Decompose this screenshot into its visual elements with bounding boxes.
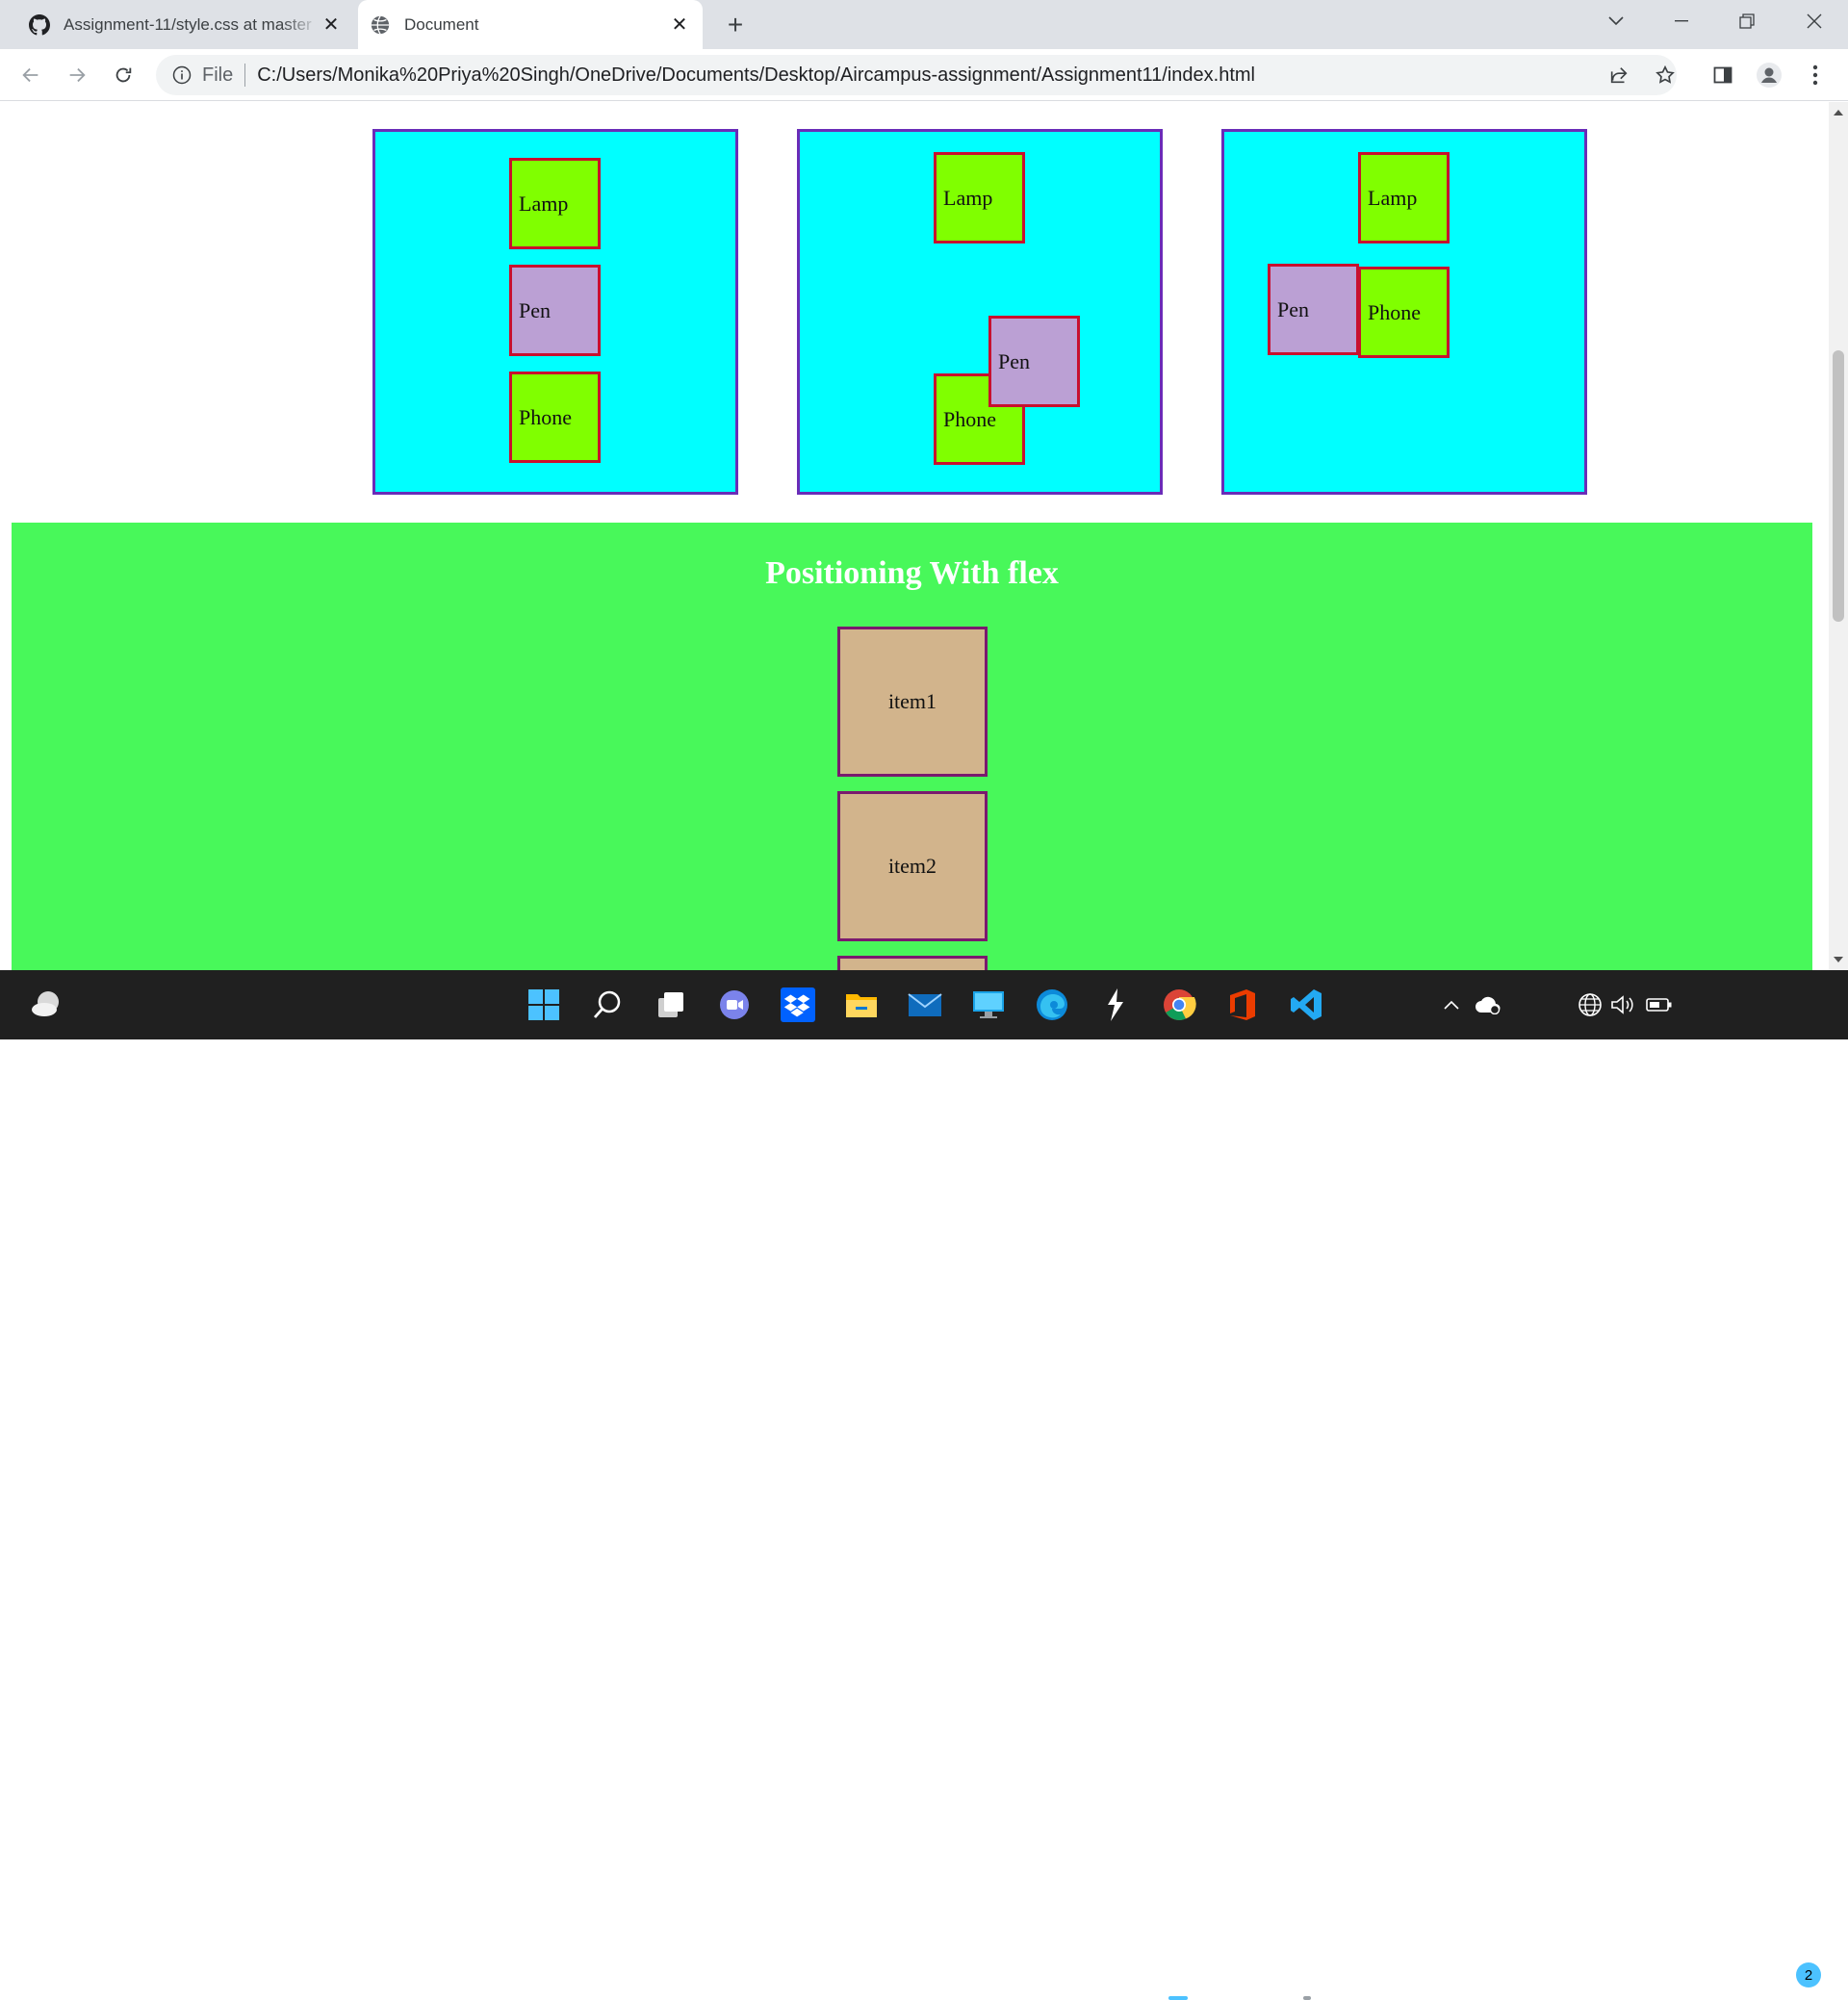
globe-icon — [370, 14, 391, 36]
phone-item: Phone — [509, 372, 601, 463]
task-view-icon[interactable] — [650, 984, 692, 1026]
pen-item: Pen — [988, 316, 1080, 407]
tab-strip: Assignment-11/style.css at master ✕ Docu… — [0, 0, 1848, 49]
active-app-indicator — [1168, 1996, 1188, 2000]
clock[interactable]: 02:16 PM 01-06-2022 — [1688, 1953, 1781, 1996]
flex-item-1: item1 — [837, 627, 988, 777]
page-scrollbar[interactable] — [1829, 102, 1848, 970]
address-bar[interactable]: File C:/Users/Monika%20Priya%20Singh/One… — [156, 55, 1677, 95]
restore-icon[interactable] — [1725, 0, 1769, 42]
menu-kebab-icon[interactable] — [1800, 60, 1831, 90]
close-icon[interactable]: ✕ — [668, 13, 691, 37]
lamp-item: Lamp — [1358, 152, 1450, 244]
close-icon[interactable]: ✕ — [320, 13, 343, 37]
scroll-down-icon[interactable] — [1834, 957, 1843, 962]
section-heading: Positioning With flex — [765, 555, 1059, 591]
language-code: ENG — [1518, 1947, 1554, 1965]
reload-icon[interactable] — [108, 60, 139, 90]
minimize-icon[interactable] — [1659, 0, 1704, 42]
language-indicator[interactable]: ENG IN — [1507, 1947, 1565, 1987]
tab-search-chevron-icon[interactable] — [1594, 0, 1638, 42]
chrome-icon[interactable] — [1158, 984, 1200, 1026]
info-icon[interactable] — [171, 64, 192, 86]
office-icon[interactable] — [1221, 984, 1264, 1026]
scroll-up-icon[interactable] — [1834, 110, 1843, 115]
share-icon[interactable] — [1604, 60, 1634, 90]
bookmark-star-icon[interactable] — [1650, 60, 1681, 90]
notification-badge[interactable]: 2 — [1796, 1962, 1821, 1987]
tab-github[interactable]: Assignment-11/style.css at master ✕ — [17, 0, 354, 49]
scroll-thumb[interactable] — [1833, 350, 1844, 622]
side-panel-icon[interactable] — [1707, 60, 1738, 90]
teams-chat-icon[interactable] — [713, 984, 756, 1026]
new-tab-button[interactable]: + — [720, 10, 751, 40]
flex-item-3-partial — [837, 956, 988, 970]
flex-section: Positioning With flex item1 item2 — [12, 523, 1812, 970]
url-text[interactable]: C:/Users/Monika%20Priya%20Singh/OneDrive… — [257, 64, 1255, 87]
back-arrow-icon[interactable] — [15, 60, 46, 90]
sublime-lightning-icon[interactable] — [1094, 984, 1137, 1026]
lamp-item: Lamp — [934, 152, 1025, 244]
file-explorer-icon[interactable] — [840, 984, 883, 1026]
url-scheme: File — [202, 64, 234, 86]
pen-item: Pen — [1268, 264, 1359, 355]
page-viewport: Lamp Pen Phone Lamp Phone Pen Lamp Pen P… — [0, 102, 1829, 970]
lamp-item: Lamp — [509, 158, 601, 249]
windows-start-icon[interactable] — [523, 984, 565, 1026]
remote-desktop-icon[interactable] — [967, 984, 1010, 1026]
tab-document[interactable]: Document ✕ — [358, 0, 703, 49]
profile-avatar-icon[interactable] — [1754, 60, 1784, 90]
windows-taskbar: ENG IN 02:16 PM 01-06-2022 2 — [0, 970, 1848, 2000]
browser-toolbar: File C:/Users/Monika%20Priya%20Singh/One… — [0, 49, 1848, 101]
clock-date: 01-06-2022 — [1692, 1977, 1777, 1995]
edge-browser-icon[interactable] — [1031, 984, 1073, 1026]
forward-arrow-icon[interactable] — [62, 60, 92, 90]
vscode-icon[interactable] — [1285, 984, 1327, 1026]
search-icon[interactable] — [586, 984, 629, 1026]
window-close-icon[interactable] — [1792, 0, 1836, 42]
running-app-indicator — [1303, 1996, 1311, 2000]
positioning-box-2: Lamp Phone Pen — [797, 129, 1163, 495]
positioning-box-3: Lamp Pen Phone — [1221, 129, 1587, 495]
flex-item-2: item2 — [837, 791, 988, 941]
onedrive-cloud-icon[interactable] — [1467, 984, 1509, 1026]
phone-item: Phone — [1358, 267, 1450, 358]
clock-time: 02:16 PM — [1699, 1953, 1770, 1971]
github-icon — [29, 13, 50, 36]
address-divider — [244, 64, 246, 87]
positioning-box-1: Lamp Pen Phone — [372, 129, 738, 495]
region-code: IN — [1527, 1968, 1545, 1987]
battery-icon[interactable] — [1638, 984, 1681, 1026]
weather-icon[interactable] — [26, 984, 68, 1026]
mail-icon[interactable] — [904, 984, 946, 1026]
dropbox-icon[interactable] — [777, 984, 819, 1026]
tab-title: Document — [404, 14, 479, 34]
pen-item: Pen — [509, 265, 601, 356]
tab-title: Assignment-11/style.css at master — [64, 14, 312, 34]
